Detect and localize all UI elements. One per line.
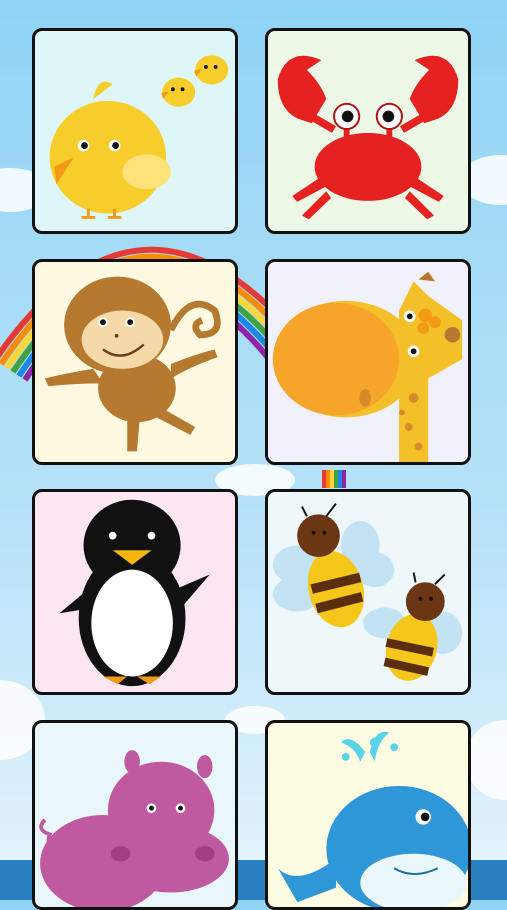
chick-card[interactable] — [32, 28, 238, 234]
monkey-card[interactable] — [32, 259, 238, 465]
hippo-card[interactable] — [32, 720, 238, 910]
whale-card[interactable] — [265, 720, 471, 910]
crab-card[interactable] — [265, 28, 471, 234]
whale-icon — [277, 731, 468, 907]
bee-icon — [272, 503, 463, 681]
crab-icon — [277, 55, 459, 220]
rainbow-center — [322, 470, 346, 488]
monkey-icon — [44, 276, 221, 452]
chick-icon — [49, 55, 229, 219]
clouds — [0, 155, 507, 800]
hippo-icon — [39, 750, 229, 907]
giraffe-card[interactable] — [265, 259, 471, 465]
penguin-card[interactable] — [32, 489, 238, 695]
bee-card[interactable] — [265, 489, 471, 695]
giraffe-icon — [272, 271, 463, 462]
penguin-icon — [59, 499, 210, 687]
